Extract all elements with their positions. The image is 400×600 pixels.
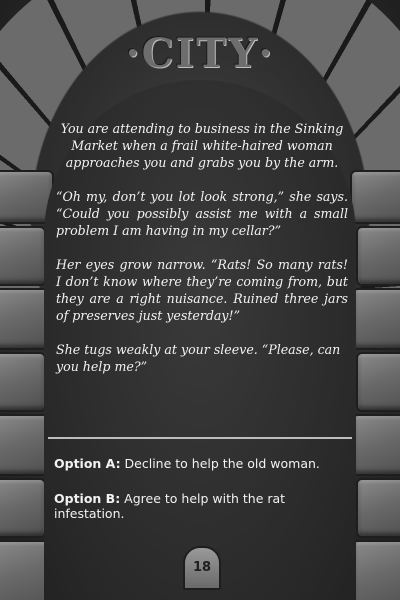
story-paragraph: She tugs weakly at your sleeve. “Please,…: [56, 342, 341, 374]
option-a[interactable]: Option A: Decline to help the old woman.: [54, 456, 354, 471]
arch-stone: [356, 352, 400, 412]
arch-stone: [0, 352, 46, 412]
story-text: You are attending to business in the Sin…: [56, 120, 348, 392]
page-number: 18: [183, 546, 221, 590]
option-a-text: Decline to help the old woman.: [120, 456, 320, 471]
event-card: ·CITY· You are attending to business in …: [0, 0, 400, 600]
arch-stone: [352, 540, 400, 600]
arch-stone: [352, 414, 400, 476]
arch-stone: [356, 478, 400, 538]
option-a-label: Option A:: [54, 456, 121, 471]
arch-stone: [350, 170, 400, 224]
story-paragraph: Her eyes grow narrow. “Rats! So many rat…: [56, 257, 348, 323]
arch-stone: [0, 478, 46, 538]
option-b[interactable]: Option B: Agree to help with the rat inf…: [54, 491, 354, 521]
story-paragraph: You are attending to business in the Sin…: [60, 121, 344, 170]
story-paragraph: “Oh my, don’t you lot look strong,” she …: [56, 189, 348, 238]
card-title: ·CITY·: [125, 30, 275, 77]
divider: [48, 437, 352, 439]
arch-stone: [356, 226, 400, 286]
arch-stone: [352, 288, 400, 350]
arch-stone: [0, 226, 46, 286]
option-b-label: Option B:: [54, 491, 121, 506]
